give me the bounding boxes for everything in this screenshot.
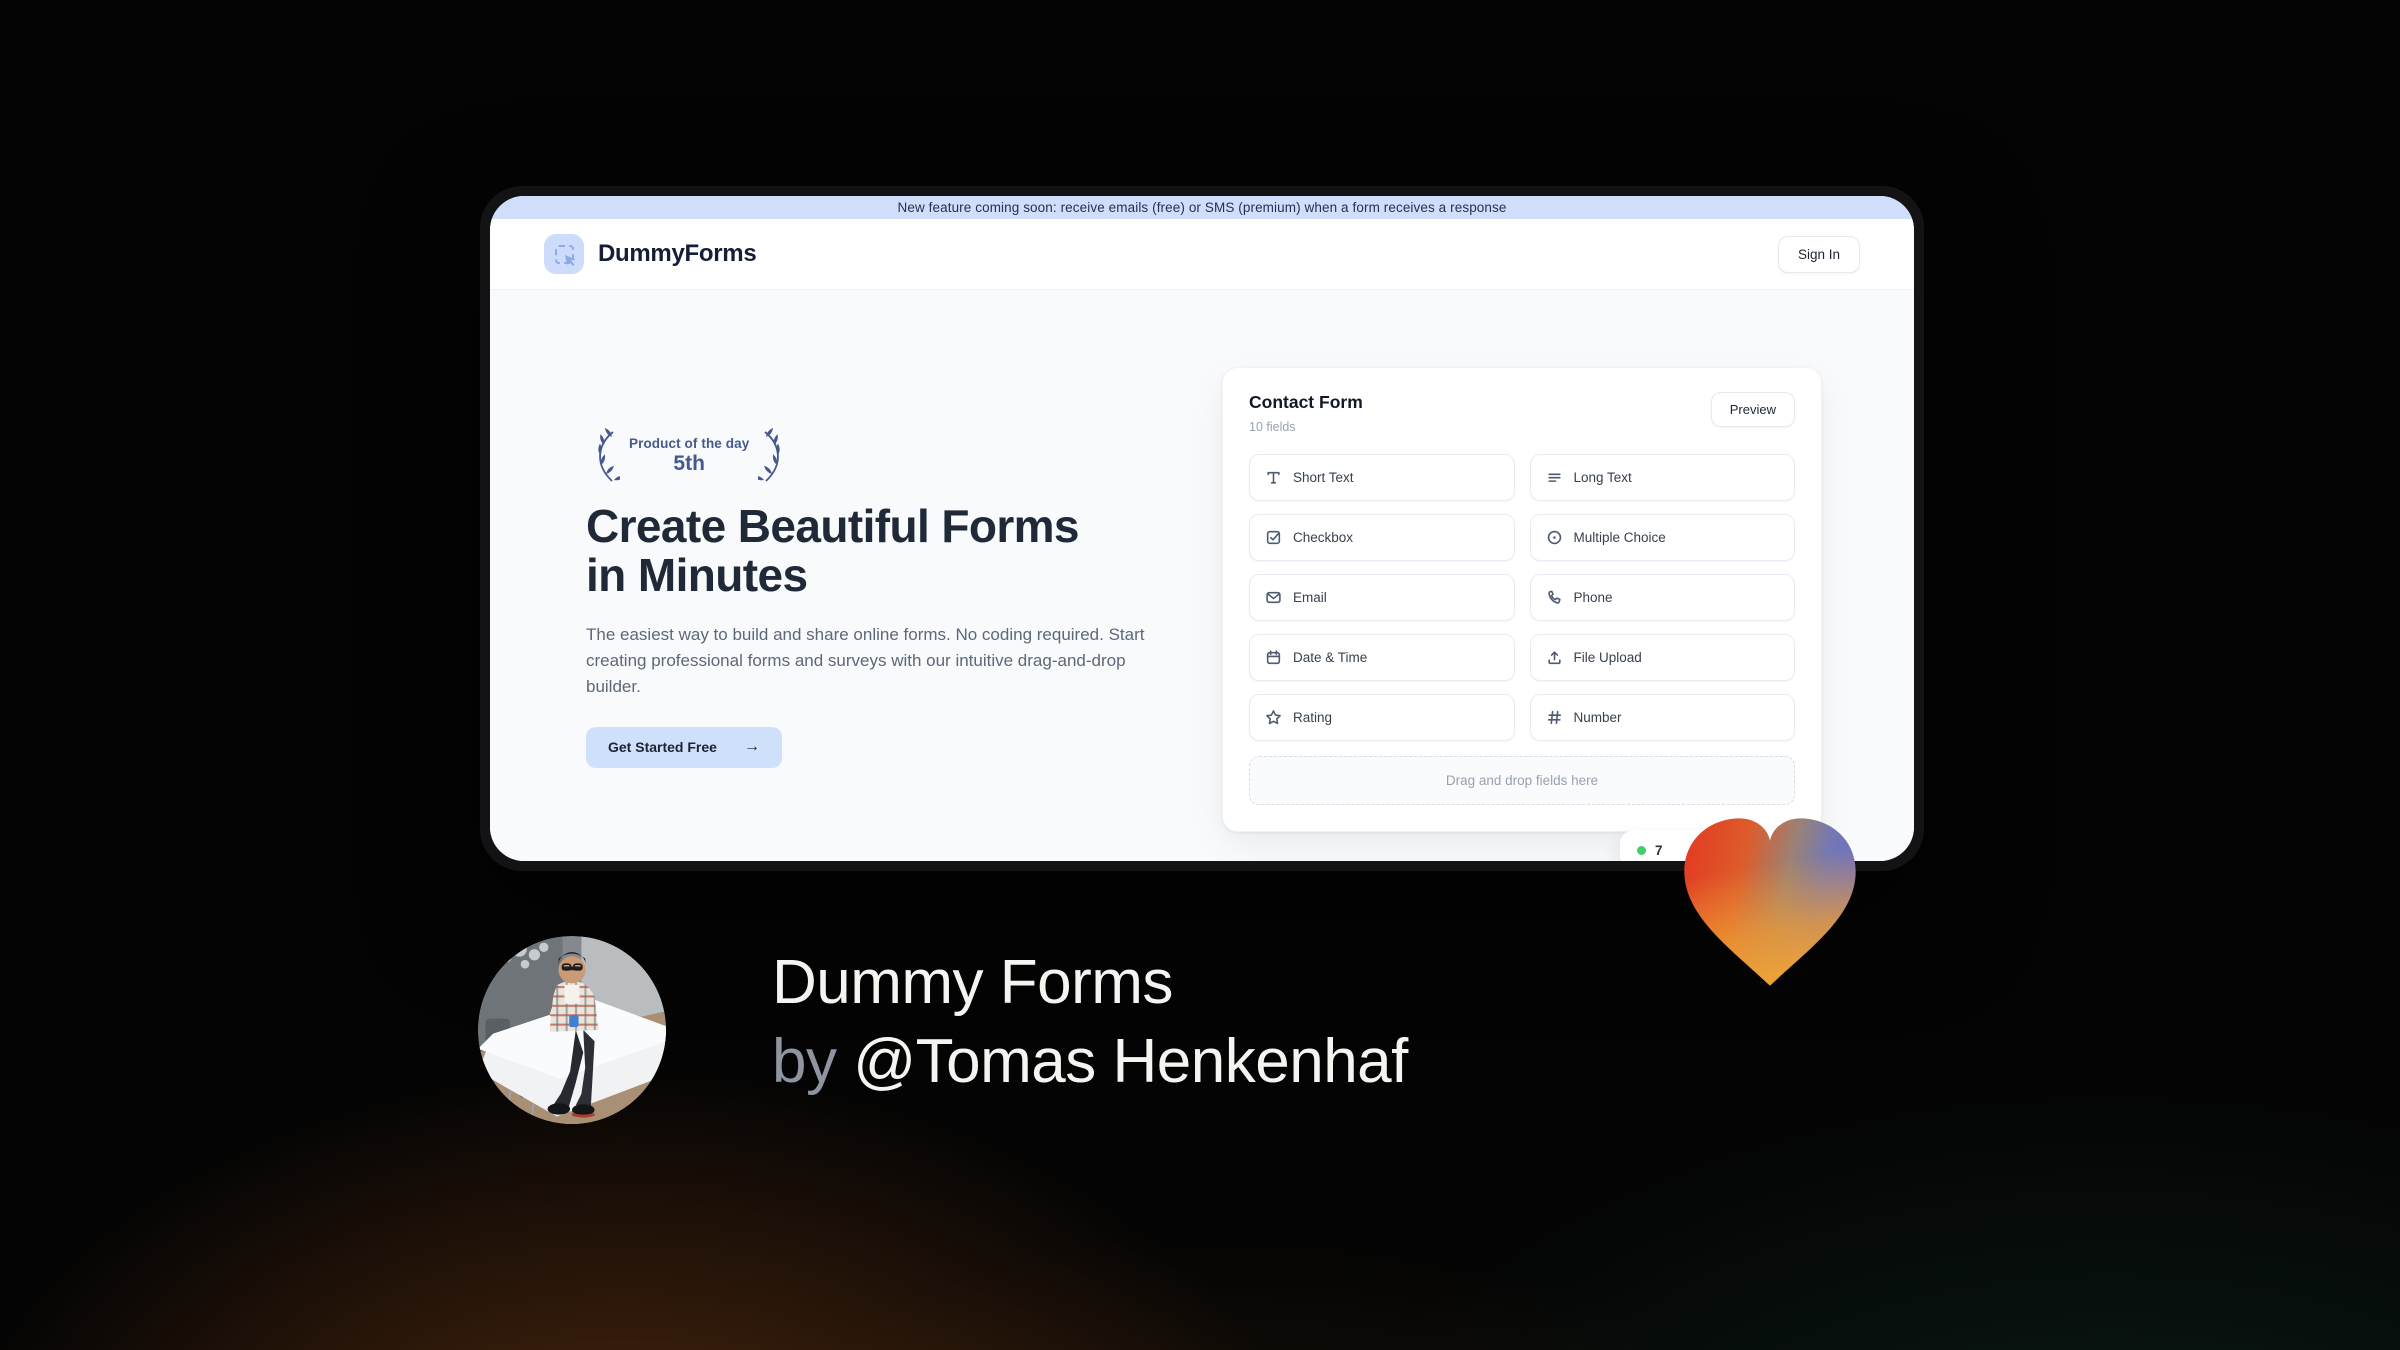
green-dot-icon [1637, 845, 1646, 855]
field-chip-short-text[interactable]: Short Text [1249, 454, 1515, 501]
form-title: Contact Form [1249, 392, 1363, 412]
preview-button[interactable]: Preview [1710, 392, 1795, 427]
hero-section: Product of the day 5th Create Beautiful … [490, 290, 1914, 861]
field-label: Long Text [1573, 470, 1632, 485]
field-chip-date-time[interactable]: Date & Time [1249, 634, 1515, 681]
announcement-text: New feature coming soon: receive emails … [897, 200, 1507, 215]
field-chip-email[interactable]: Email [1249, 574, 1515, 621]
field-chip-file-upload[interactable]: File Upload [1529, 634, 1795, 681]
arrow-right-icon: → [744, 738, 760, 756]
hero-description: The easiest way to build and share onlin… [586, 624, 1145, 697]
checkbox-icon [1265, 529, 1282, 546]
field-chip-phone[interactable]: Phone [1529, 574, 1795, 621]
field-chip-number[interactable]: Number [1529, 694, 1795, 741]
field-label: Short Text [1293, 470, 1354, 485]
field-label: Date & Time [1293, 650, 1368, 665]
field-label: Email [1293, 590, 1327, 605]
form-builder-card: Contact Form 10 fields Preview Short Tex… [1222, 367, 1822, 832]
brand-name: DummyForms [598, 240, 757, 267]
caption-title: Dummy Forms [772, 948, 1173, 1017]
upload-icon [1546, 649, 1563, 666]
text-icon [1265, 469, 1282, 486]
laurel-left-icon [598, 428, 620, 482]
field-chip-rating[interactable]: Rating [1249, 694, 1515, 741]
field-label: Checkbox [1293, 530, 1354, 545]
caption-by: by [772, 1026, 837, 1096]
star-icon [1265, 709, 1282, 726]
radio-icon [1546, 529, 1563, 546]
browser-window: New feature coming soon: receive emails … [480, 186, 1924, 871]
avatar [478, 936, 666, 1124]
calendar-icon [1265, 649, 1282, 666]
promo-stage: New feature coming soon: receive emails … [0, 0, 2400, 1350]
product-of-the-day-badge: Product of the day 5th [586, 428, 1186, 484]
announcement-banner: New feature coming soon: receive emails … [490, 196, 1914, 219]
hero-title: Create Beautiful Forms in Minutes [586, 500, 1080, 601]
field-label: Rating [1293, 710, 1333, 725]
brand[interactable]: DummyForms [544, 234, 757, 274]
sign-in-button[interactable]: Sign In [1777, 235, 1860, 273]
field-label: Number [1573, 710, 1622, 725]
field-grid: Short Text Long Text Checkbox Multiple C… [1249, 454, 1795, 741]
field-label: File Upload [1573, 650, 1642, 665]
responses-count: 7 [1655, 842, 1663, 858]
get-started-button[interactable]: Get Started Free → [586, 726, 782, 768]
field-label: Multiple Choice [1573, 530, 1666, 545]
cursor-icon [565, 255, 576, 266]
dropzone[interactable]: Drag and drop fields here [1249, 756, 1795, 805]
caption: Dummy Forms by @Tomas Henkenhaf [772, 944, 1408, 1101]
lines-icon [1546, 469, 1563, 486]
dummyforms-logo-icon [544, 234, 584, 274]
field-label: Phone [1573, 590, 1613, 605]
envelope-icon [1265, 589, 1282, 606]
dropzone-text: Drag and drop fields here [1445, 773, 1599, 788]
hash-icon [1546, 709, 1563, 726]
site-header: DummyForms Sign In [490, 219, 1914, 290]
laurel-right-icon [758, 428, 781, 482]
potd-rank: 5th [673, 452, 705, 475]
field-chip-long-text[interactable]: Long Text [1529, 454, 1795, 501]
field-chip-checkbox[interactable]: Checkbox [1249, 514, 1515, 561]
field-chip-multiple-choice[interactable]: Multiple Choice [1529, 514, 1795, 561]
caption-author: @Tomas Henkenhaf [853, 1026, 1408, 1096]
get-started-label: Get Started Free [608, 739, 717, 756]
heart-icon [1684, 818, 1856, 986]
phone-icon [1546, 589, 1563, 606]
form-field-count: 10 fields [1249, 420, 1296, 434]
potd-label: Product of the day [629, 436, 750, 451]
